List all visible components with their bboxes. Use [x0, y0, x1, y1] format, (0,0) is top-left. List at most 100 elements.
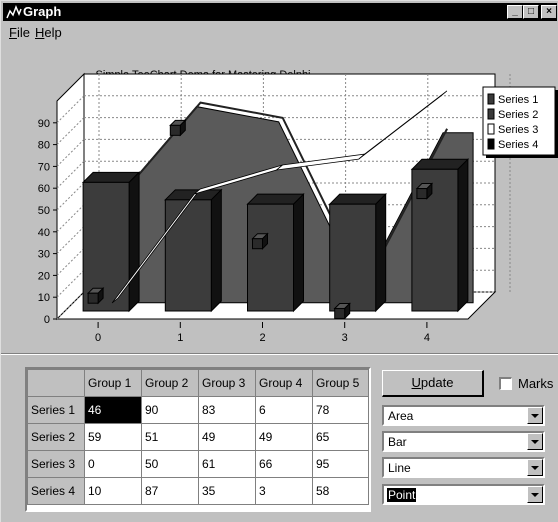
grid-cell[interactable]: 83 [198, 396, 256, 424]
combo-value: Bar [388, 435, 407, 449]
grid-row-header: Series 1 [27, 396, 85, 424]
x-tick-label: 1 [177, 332, 183, 344]
grid-row: Series 2 59 51 49 49 65 [27, 423, 369, 451]
series-2-type-combo[interactable]: Bar [382, 431, 545, 452]
bar-side [128, 171, 140, 313]
grid-row-header: Series 4 [27, 477, 85, 505]
grid-cell[interactable]: 58 [312, 477, 369, 505]
grid-row: Series 1 46 90 83 6 78 [27, 396, 369, 424]
grid-column-header: Group 4 [255, 369, 313, 397]
grid-cell[interactable]: 87 [141, 477, 199, 505]
series-4-type-combo[interactable]: Point [382, 484, 545, 505]
y-tick-label: 60 [38, 183, 50, 195]
app-icon [6, 5, 22, 19]
data-grid[interactable]: Group 1 Group 2 Group 3 Group 4 Group 5 Serie… [25, 367, 371, 512]
maximize-button[interactable]: □ [523, 5, 539, 19]
point-marker [416, 188, 428, 200]
menu-help[interactable]: Help [35, 25, 62, 40]
grid-cell[interactable]: 49 [198, 423, 256, 451]
legend-label: Series 2 [498, 109, 538, 121]
combo-value: Point [385, 487, 418, 503]
grid-cell[interactable]: 78 [312, 396, 369, 424]
x-tick-label: 4 [424, 332, 430, 344]
update-button[interactable]: Update [382, 370, 484, 397]
dropdown-arrow-icon[interactable] [527, 459, 543, 476]
combo-value: Line [388, 461, 411, 475]
grid-cell[interactable]: 90 [141, 396, 199, 424]
window-title: Graph [23, 4, 62, 19]
legend-swatch [487, 138, 495, 150]
y-tick-label: 80 [38, 140, 50, 152]
y-tick-label: 50 [38, 205, 50, 217]
chart-panel: Simple TeeChart Demo for Mastering Delph… [3, 43, 558, 353]
grid-row-header: Series 3 [27, 450, 85, 478]
y-tick-label: 40 [38, 227, 50, 239]
grid-cell[interactable]: 66 [255, 450, 313, 478]
y-tick-label: 10 [38, 292, 50, 304]
grid-cell[interactable]: 95 [312, 450, 369, 478]
y-tick-label: 70 [38, 161, 50, 173]
grid-cell[interactable]: 61 [198, 450, 256, 478]
grid-cell[interactable]: 10 [84, 477, 142, 505]
grid-cell[interactable]: 59 [84, 423, 142, 451]
legend-swatch [487, 108, 495, 120]
y-tick-label: 20 [38, 270, 50, 282]
point-marker [252, 238, 263, 250]
data-grid-table[interactable]: Group 1 Group 2 Group 3 Group 4 Group 5 Serie… [27, 369, 369, 505]
x-tick-label: 0 [95, 332, 101, 344]
title-bar[interactable]: Graph _ □ × [3, 3, 557, 21]
y-tick-label: 90 [38, 118, 50, 130]
legend-swatch [487, 93, 495, 105]
grid-row-header: Series 2 [27, 423, 85, 451]
teechart[interactable]: Simple TeeChart Demo for Mastering Delph… [3, 43, 558, 353]
left-wall [56, 72, 85, 321]
series-1-type-combo[interactable]: Area [382, 405, 545, 426]
grid-cell[interactable]: 65 [312, 423, 369, 451]
grid-column-header: Group 1 [84, 369, 142, 397]
grid-cell[interactable]: 51 [141, 423, 199, 451]
dropdown-arrow-icon[interactable] [527, 486, 543, 503]
bar [247, 203, 294, 312]
grid-row: Series 3 0 50 61 66 95 [27, 450, 369, 478]
bar [329, 203, 377, 312]
legend-label: Series 1 [498, 94, 538, 106]
close-button[interactable]: × [541, 5, 557, 19]
grid-cell[interactable]: 46 [84, 396, 142, 424]
grid-column-header: Group 5 [312, 369, 369, 397]
bar-side [457, 158, 469, 313]
grid-cell[interactable]: 49 [255, 423, 313, 451]
point-marker [87, 292, 99, 304]
menu-bar: File Help [3, 23, 557, 42]
legend-label: Series 3 [498, 124, 538, 136]
grid-row: Series 4 10 87 35 3 58 [27, 477, 369, 505]
grid-cell[interactable]: 0 [84, 450, 142, 478]
bar-side [293, 192, 304, 313]
grid-cell[interactable]: 50 [141, 450, 199, 478]
grid-cell[interactable]: 3 [255, 477, 313, 505]
dropdown-arrow-icon[interactable] [527, 433, 543, 450]
minimize-button[interactable]: _ [507, 5, 523, 19]
grid-column-header: Group 2 [141, 369, 199, 397]
x-tick-label: 2 [259, 332, 265, 344]
bar-side [375, 192, 387, 313]
marks-label[interactable]: Marks [518, 376, 553, 391]
grid-column-header: Group 3 [198, 369, 256, 397]
y-tick-label: 0 [44, 314, 50, 326]
bar-side [210, 188, 222, 313]
point-marker [334, 307, 346, 319]
point-marker [169, 124, 181, 136]
separator [1, 353, 558, 355]
grid-cell[interactable]: 6 [255, 396, 313, 424]
grid-cell[interactable]: 35 [198, 477, 256, 505]
dropdown-arrow-icon[interactable] [527, 407, 543, 424]
bar [164, 199, 212, 312]
grid-corner [27, 369, 85, 397]
x-tick-label: 3 [342, 332, 348, 344]
marks-checkbox[interactable] [499, 377, 512, 390]
grid-header-row: Group 1 Group 2 Group 3 Group 4 Group 5 [27, 369, 369, 397]
y-tick-label: 30 [38, 249, 50, 261]
combo-value: Area [388, 409, 414, 423]
menu-file[interactable]: File [9, 25, 30, 40]
legend-label: Series 4 [498, 139, 538, 151]
series-3-type-combo[interactable]: Line [382, 457, 545, 478]
